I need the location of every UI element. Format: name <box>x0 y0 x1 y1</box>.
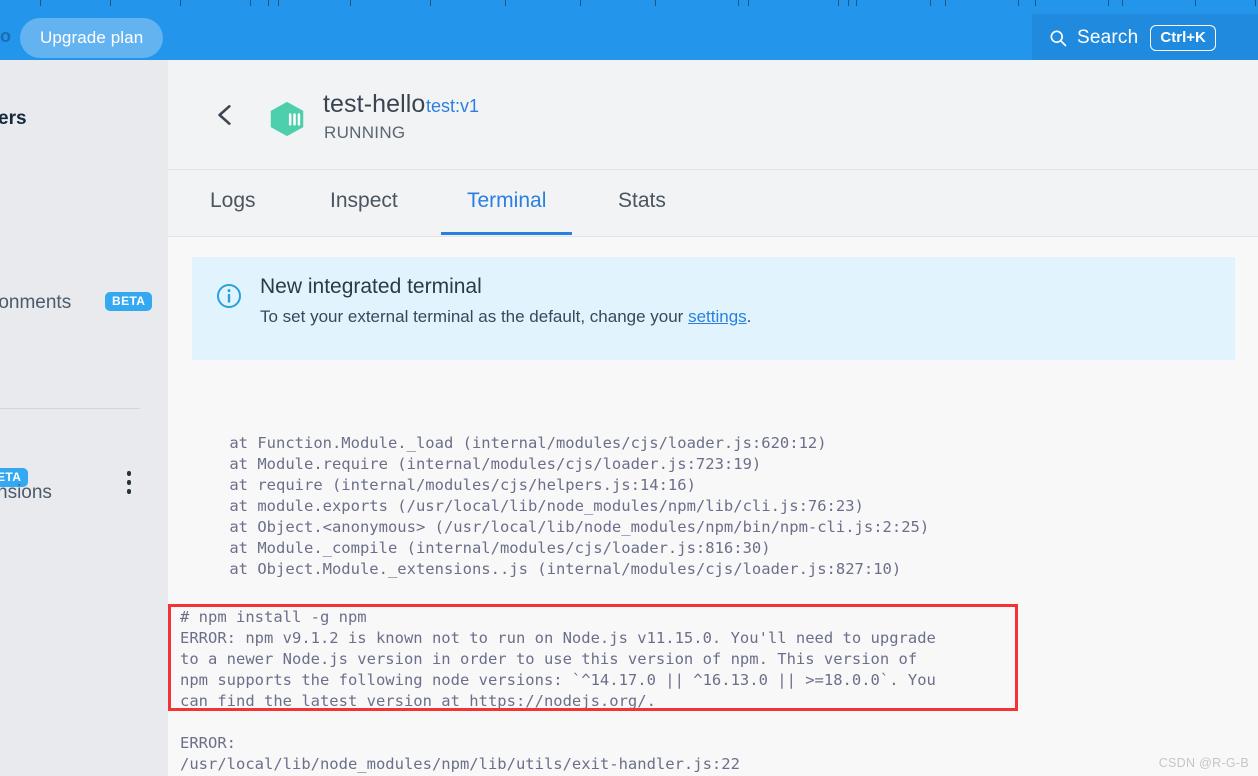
container-image-tag[interactable]: test:v1 <box>426 96 479 117</box>
tab-inspect[interactable]: Inspect <box>330 189 398 235</box>
kebab-menu-icon[interactable] <box>123 471 135 497</box>
container-tab-bar: Logs Inspect Terminal Stats <box>168 171 1258 237</box>
search-icon <box>1050 30 1067 46</box>
global-search-button[interactable]: Search Ctrl+K <box>1032 14 1258 61</box>
upgrade-plan-label: Upgrade plan <box>40 28 144 47</box>
terminal-line: /usr/local/lib/node_modules/npm/lib/util… <box>180 755 740 773</box>
error-highlight-box <box>168 604 1018 711</box>
watermark: CSDN @R-G-B <box>1158 756 1249 770</box>
terminal-line: at Object.Module._extensions..js (intern… <box>192 560 902 578</box>
tab-logs[interactable]: Logs <box>210 189 256 235</box>
terminal-line: at Object.<anonymous> (/usr/local/lib/no… <box>192 518 930 536</box>
terminal-panel[interactable]: New integrated terminal To set your exte… <box>168 237 1258 776</box>
terminal-line: at Module.require (internal/modules/cjs/… <box>192 455 762 473</box>
left-sidebar: ers ronments BETA ETA nsions <box>0 60 168 776</box>
upgrade-plan-button[interactable]: Upgrade plan <box>20 18 164 58</box>
search-label: Search <box>1077 26 1139 48</box>
sidebar-divider <box>0 408 140 409</box>
container-header: test-hello test:v1 RUNNING <box>168 60 1258 170</box>
terminal-line: at Module._compile (internal/modules/cjs… <box>192 539 771 557</box>
chevron-left-icon[interactable] <box>212 102 238 128</box>
sidebar-item-environments[interactable]: ronments <box>0 292 71 314</box>
environments-beta-badge: BETA <box>105 292 153 311</box>
sidebar-logo-partial: o <box>0 26 11 46</box>
terminal-line: at module.exports (/usr/local/lib/node_m… <box>192 497 864 515</box>
tab-terminal[interactable]: Terminal <box>440 189 573 235</box>
sidebar-item-containers[interactable]: ers <box>0 108 27 130</box>
main-content-panel: test-hello test:v1 RUNNING Logs Inspect … <box>168 60 1258 776</box>
terminal-line: at Function.Module._load (internal/modul… <box>192 434 827 452</box>
app-root: o Upgrade plan Search Ctrl+K ers ronment… <box>0 0 1258 776</box>
search-shortcut-badge: Ctrl+K <box>1150 24 1216 51</box>
container-box-icon <box>270 101 304 137</box>
container-name: test-hello <box>323 90 426 118</box>
terminal-line: at require (internal/modules/cjs/helpers… <box>192 476 696 494</box>
top-navigation-bar: o Upgrade plan Search Ctrl+K <box>0 6 1258 61</box>
container-status: RUNNING <box>324 123 406 142</box>
sidebar-item-extensions[interactable]: nsions <box>0 482 52 504</box>
tab-stats[interactable]: Stats <box>618 189 666 235</box>
terminal-line: ERROR: <box>180 734 236 752</box>
